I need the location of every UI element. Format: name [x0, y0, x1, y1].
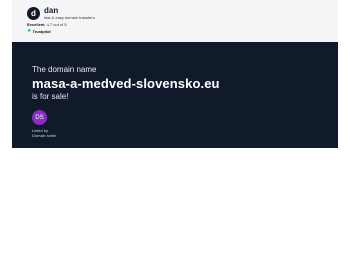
brand-logo-icon: d: [27, 7, 40, 20]
brand-tagline: fast & easy domain transfers: [44, 15, 95, 20]
rating-label: Excellent: [27, 22, 45, 27]
for-sale-text: is for sale!: [32, 92, 69, 101]
seller-avatar[interactable]: DS: [32, 110, 47, 125]
rating-value: 4.7 out of 5: [46, 22, 67, 27]
domain-hero: The domain name masa-a-medved-slovensko.…: [12, 42, 338, 148]
site-header: d dan fast & easy domain transfers Excel…: [12, 0, 338, 42]
domain-name: masa-a-medved-slovensko.eu: [32, 76, 220, 91]
rating-summary: Excellent 4.7 out of 5: [27, 22, 67, 27]
trustpilot-link[interactable]: ★ Trustpilot: [27, 28, 51, 35]
trustpilot-label: Trustpilot: [32, 29, 51, 34]
brand-text: dan fast & easy domain transfers: [44, 6, 95, 20]
star-icon: ★: [27, 28, 32, 34]
seller-name-link[interactable]: Domain seller: [32, 133, 56, 138]
brand-name: dan: [44, 6, 59, 15]
brand-link[interactable]: d dan fast & easy domain transfers: [27, 6, 95, 20]
hero-intro: The domain name: [32, 65, 97, 74]
